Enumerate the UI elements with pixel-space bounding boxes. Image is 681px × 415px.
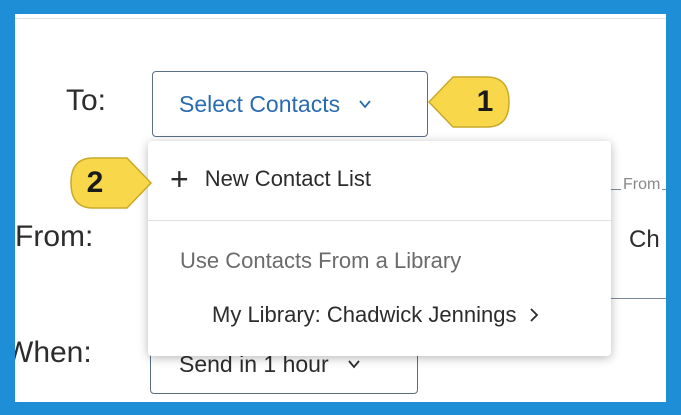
from-field-value: Ch — [629, 226, 660, 253]
callout-1-number: 1 — [476, 85, 494, 118]
library-section-heading: Use Contacts From a Library — [180, 248, 462, 273]
chevron-down-icon — [347, 360, 360, 369]
when-label: When: — [15, 336, 92, 369]
select-contacts-label: Select Contacts — [179, 90, 341, 117]
panel-top-divider — [15, 18, 666, 19]
callout-2-number: 2 — [86, 166, 104, 199]
my-library-item[interactable]: My Library: Chadwick Jennings — [148, 295, 611, 335]
plus-icon: + — [170, 161, 189, 197]
chevron-down-icon — [359, 100, 371, 109]
dropdown-divider — [148, 220, 611, 221]
from-label: From: — [15, 220, 94, 253]
chevron-right-icon — [530, 308, 539, 322]
new-contact-list-item[interactable]: + New Contact List — [148, 159, 611, 199]
to-label: To: — [66, 84, 107, 117]
new-contact-list-label: New Contact List — [204, 166, 371, 191]
my-library-label: My Library: Chadwick Jennings — [212, 302, 517, 327]
from-field-label: From — [621, 176, 663, 194]
select-contacts-button[interactable]: Select Contacts — [152, 71, 428, 137]
contacts-dropdown-menu: + New Contact List Use Contacts From a L… — [148, 141, 611, 356]
compose-panel: To: From: When: Select Contacts From Ch … — [15, 14, 666, 402]
